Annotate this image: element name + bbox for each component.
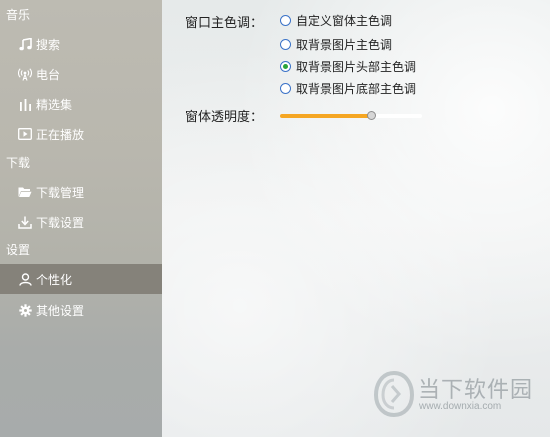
section-header-settings: 设置 <box>6 243 31 257</box>
sidebar-item-label: 下载设置 <box>36 215 85 230</box>
section-header-music: 音乐 <box>6 8 31 22</box>
sidebar-item-label: 精选集 <box>36 97 73 112</box>
watermark-logo-icon <box>372 370 416 418</box>
sidebar-item-label: 其他设置 <box>36 303 85 318</box>
color-option-custom[interactable]: 自定义窗体主色调 <box>280 11 392 29</box>
sidebar-item-label: 正在播放 <box>36 127 85 142</box>
radio-tower-icon <box>18 67 32 81</box>
radio-label: 取背景图片头部主色调 <box>296 59 417 74</box>
download-icon <box>18 215 32 229</box>
sidebar-item-collections[interactable]: 精选集 <box>0 89 162 119</box>
music-note-icon <box>18 37 32 51</box>
sidebar: 音乐 搜索 电台 精选集 正在播放 下载 下载管理 下载设置 设置 个性化 其他… <box>0 0 162 437</box>
radio-button[interactable] <box>280 14 291 26</box>
radio-label: 自定义窗体主色调 <box>296 13 393 28</box>
color-option-bg-bottom[interactable]: 取背景图片底部主色调 <box>280 79 416 97</box>
color-option-bg-main[interactable]: 取背景图片主色调 <box>280 35 392 53</box>
color-option-bg-top[interactable]: 取背景图片头部主色调 <box>280 57 416 75</box>
sidebar-item-now-playing[interactable]: 正在播放 <box>0 119 162 149</box>
radio-button-checked[interactable] <box>280 60 291 72</box>
folder-icon <box>18 185 32 199</box>
sidebar-item-label: 搜索 <box>36 37 61 52</box>
watermark-url: www.downxia.com <box>419 401 502 412</box>
radio-button[interactable] <box>280 38 291 50</box>
section-header-download: 下载 <box>6 156 31 170</box>
sidebar-item-label: 下载管理 <box>36 185 85 200</box>
radio-label: 取背景图片底部主色调 <box>296 81 417 96</box>
watermark-title: 当下软件园 <box>418 378 534 403</box>
sidebar-item-search[interactable]: 搜索 <box>0 29 162 59</box>
play-icon <box>18 127 32 141</box>
bars-icon <box>18 97 32 111</box>
watermark: 当下软件园 www.downxia.com <box>372 370 542 422</box>
radio-label: 取背景图片主色调 <box>296 37 393 52</box>
opacity-slider[interactable] <box>280 111 422 121</box>
sidebar-item-download-manager[interactable]: 下载管理 <box>0 177 162 207</box>
sidebar-item-download-settings[interactable]: 下载设置 <box>0 207 162 237</box>
radio-button[interactable] <box>280 82 291 94</box>
settings-panel: 窗口主色调： 自定义窗体主色调 取背景图片主色调 取背景图片头部主色调 取背景图… <box>162 0 550 437</box>
sidebar-item-other-settings[interactable]: 其他设置 <box>0 295 162 325</box>
slider-thumb[interactable] <box>367 111 376 120</box>
user-icon <box>18 272 32 286</box>
slider-fill <box>280 114 371 118</box>
gear-icon <box>18 303 32 317</box>
sidebar-item-personalize[interactable]: 个性化 <box>0 264 162 294</box>
sidebar-item-label: 电台 <box>36 67 61 82</box>
opacity-label: 窗体透明度： <box>185 110 264 125</box>
window-color-label: 窗口主色调： <box>185 16 264 31</box>
sidebar-item-label: 个性化 <box>36 272 73 287</box>
sidebar-item-radio[interactable]: 电台 <box>0 59 162 89</box>
